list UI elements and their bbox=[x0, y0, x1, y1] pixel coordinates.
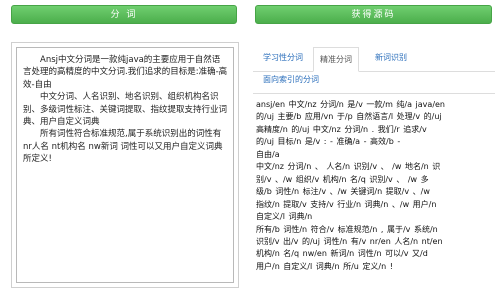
input-paragraph-1: Ansj中文分词是一款纯java的主要应用于自然语言处理的高精度的中文分词.我们… bbox=[23, 55, 228, 90]
segmentation-tabs: 学习性分词 精准分词 新词识别 面向索引的分词 bbox=[253, 45, 495, 94]
tab-learning-segmentation[interactable]: 学习性分词 bbox=[257, 48, 309, 68]
result-line: 用户/n 自定义/l 词典/n 所/u 定义/n ! bbox=[256, 261, 393, 271]
result-line: ansj/en 中文/nz 分词/n 是/v 一款/m 纯/a java/en bbox=[256, 100, 446, 109]
input-panel: Ansj中文分词是一款纯java的主要应用于自然语言处理的高精度的中文分词.我们… bbox=[11, 42, 239, 288]
results-panel: 学习性分词 精准分词 新词识别 面向索引的分词 ansj/en 中文/nz 分词… bbox=[253, 45, 495, 291]
result-line: 的/uj 目标/n 是/v : - 准确/a - 高效/b - bbox=[256, 137, 401, 147]
result-line: 高精度/n 的/uj 中文/nz 分词/n . 我们/r 追求/v bbox=[256, 124, 427, 134]
segmentation-results: ansj/en 中文/nz 分词/n 是/v 一款/m 纯/a java/en … bbox=[256, 99, 495, 273]
result-line: 识别/v 出/v 的/uj 词性/n 有/v nr/en 人名/n nt/en bbox=[256, 236, 443, 246]
result-line: 自由/a bbox=[256, 149, 280, 159]
segment-button[interactable]: 分 词 bbox=[11, 5, 237, 24]
tab-index-segmentation[interactable]: 面向索引的分词 bbox=[257, 70, 325, 90]
result-line: 中文/nz 分词/n 、 人名/n 识别/v 、 /w 地名/n 识 bbox=[256, 162, 441, 172]
tab-new-word-recognition[interactable]: 新词识别 bbox=[369, 48, 413, 68]
result-line: 级/b 词性/n 标注/v 、/w 关键词/n 提取/v 、/w bbox=[256, 187, 430, 197]
result-line: 的/uj 主要/b 应用/vn 于/p 自然语言/l 处理/v 的/uj bbox=[256, 112, 442, 122]
result-line: 自定义/l 词典/n bbox=[256, 212, 313, 222]
input-paragraph-2: 中文分词、人名识别、地名识别、组织机构名识别、多级词性标注、关键词提取、指纹提取… bbox=[23, 92, 228, 128]
get-source-button[interactable]: 获得源码 bbox=[255, 5, 492, 24]
result-line: 机构/n 名/q nw/en 新词/n 词性/n 可以/v 又/d bbox=[256, 249, 428, 259]
result-line: 指纹/n 提取/v 支持/v 行业/n 词典/n 、/w 用户/n bbox=[256, 199, 437, 209]
tab-precise-segmentation[interactable]: 精准分词 bbox=[313, 47, 359, 72]
result-line: 所有/b 词性/n 符合/v 标准规范/n , 属于/v 系统/n bbox=[256, 224, 438, 234]
input-paragraph-3: 所有词性符合标准规范,属于系统识别出的词性有 nr人名 nt机构名 nw新词 词… bbox=[23, 129, 223, 165]
input-textarea[interactable]: Ansj中文分词是一款纯java的主要应用于自然语言处理的高精度的中文分词.我们… bbox=[16, 47, 234, 283]
result-line: 别/v 、/w 组织/v 机构/n 名/q 识别/v 、 /w 多 bbox=[256, 174, 429, 184]
